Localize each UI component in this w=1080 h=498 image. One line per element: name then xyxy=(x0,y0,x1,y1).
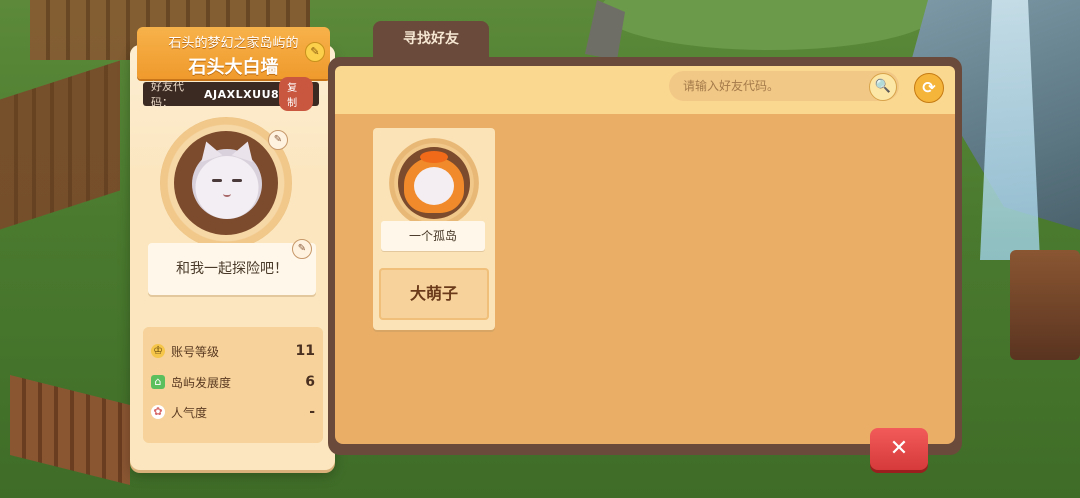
island-title: 石头的梦幻之家岛屿的 xyxy=(168,36,299,51)
friend-code-bar: 好友代码： AJAXLXUU8 复制 xyxy=(143,77,319,111)
tab-find-friends[interactable]: 寻找好友 xyxy=(373,21,489,61)
close-icon: ✕ xyxy=(889,436,909,461)
friend-name: 大萌子 xyxy=(379,268,489,320)
stats-box: ♔ 账号等级 11 ⌂ 岛屿发展度 6 ✿ 人气度 - xyxy=(143,327,323,443)
edit-name-icon[interactable]: ✎ xyxy=(305,42,325,62)
house-icon: ⌂ xyxy=(151,375,165,389)
motto-text: 和我一起探险吧！ xyxy=(176,261,288,277)
stat-value: 11 xyxy=(295,343,315,359)
search-icon[interactable]: 🔍 xyxy=(869,73,897,101)
cat-avatar-icon xyxy=(414,167,454,205)
friend-code-label: 好友代码： xyxy=(151,80,184,109)
profile-banner: 石头的梦幻之家岛屿的 石头大白墙 ✎ xyxy=(137,27,330,79)
cat-avatar-icon xyxy=(192,149,262,219)
stat-account-level: ♔ 账号等级 11 xyxy=(143,340,323,362)
stat-label: 人气度 xyxy=(171,405,208,420)
friend-card[interactable]: 一个孤岛 大萌子 xyxy=(373,128,495,330)
player-name: 石头大白墙 xyxy=(188,57,279,78)
close-button[interactable]: ✕ xyxy=(870,428,928,470)
stat-popularity: ✿ 人气度 - xyxy=(143,401,323,423)
stat-label: 岛屿发展度 xyxy=(171,375,232,390)
friend-island-name: 一个孤岛 xyxy=(381,221,485,251)
motto-bubble: 和我一起探险吧！ ✎ xyxy=(148,239,316,295)
stat-value: 6 xyxy=(305,374,315,390)
crown-icon: ♔ xyxy=(151,344,165,358)
paw-icon: ✿ xyxy=(151,405,165,419)
friend-search-bar: 🔍 xyxy=(669,71,899,101)
friend-code-value: AJAXLXUU8 xyxy=(204,87,280,101)
friend-avatar xyxy=(389,138,479,228)
edit-avatar-icon[interactable]: ✎ xyxy=(268,130,288,150)
edit-motto-icon[interactable]: ✎ xyxy=(292,239,312,259)
stat-value: - xyxy=(309,404,315,420)
stat-label: 账号等级 xyxy=(171,344,220,359)
copy-code-button[interactable]: 复制 xyxy=(279,77,313,111)
friend-code-search-input[interactable] xyxy=(681,78,875,94)
refresh-icon[interactable]: ⟳ xyxy=(914,73,944,103)
stat-island-development: ⌂ 岛屿发展度 6 xyxy=(143,371,323,393)
